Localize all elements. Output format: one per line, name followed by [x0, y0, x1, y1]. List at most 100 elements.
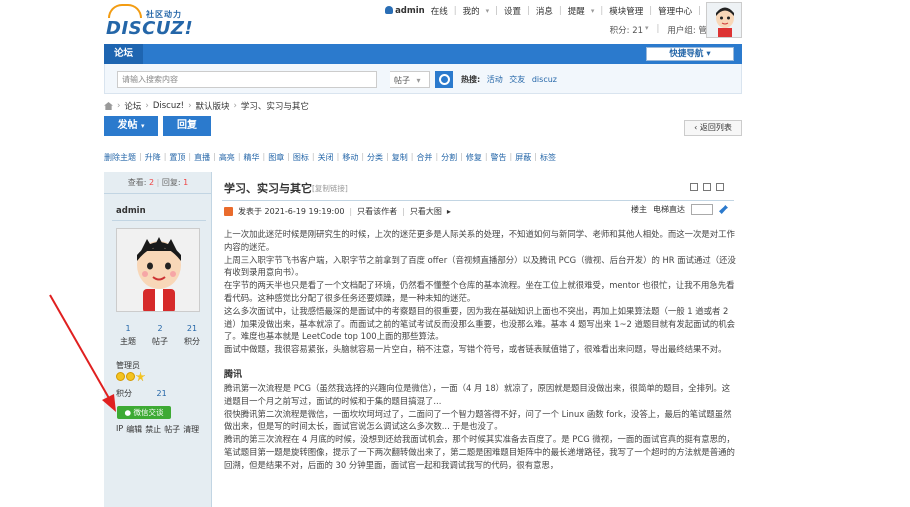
moderation-bar: 删除主题 | 升降 | 置顶 | 直播 | 高亮 | 精华 | 图章 | 图标 | 关闭 | 移动 | 分类 | 复制 | 合并… [104, 152, 556, 163]
breadcrumb-item[interactable]: 默认版块 [196, 100, 230, 112]
divider: | [656, 24, 660, 34]
count-posts[interactable]: 2 帖子 [144, 324, 176, 347]
mod-action[interactable]: 警告 [491, 152, 507, 163]
nav-forum-tab[interactable]: 论坛 [104, 44, 144, 64]
mod-action[interactable]: 分割 [441, 152, 457, 163]
points-label[interactable]: 积分: 21 [610, 24, 643, 36]
breadcrumb-item[interactable]: 论坛 [124, 100, 141, 112]
mod-action[interactable]: 复制 [392, 152, 408, 163]
nav-reminders[interactable]: 提醒 [568, 5, 585, 17]
paragraph: 在字节的两天半也只是看了一个文档配了环境，仍然看不懂整个仓库的基本流程。坐在工位… [224, 280, 735, 303]
paragraph: 上周三入职字节飞书客户端，入职字节之前拿到了百度 offer（音视频直播部分）以… [224, 254, 736, 278]
floor-label: 楼主 [631, 205, 647, 214]
admin-link-edit[interactable]: 编辑 [126, 424, 142, 435]
author-name[interactable]: admin [116, 206, 146, 216]
mod-action[interactable]: 关闭 [318, 152, 334, 163]
nav-my[interactable]: 我的 [463, 5, 480, 17]
hot-label: 热搜: [461, 75, 481, 84]
chevron-left-icon: ‹ [694, 123, 698, 132]
count-value: 21 [186, 324, 198, 333]
next-thread-icon[interactable] [716, 183, 724, 191]
wechat-chat-button[interactable]: ● 微信交谈 [117, 406, 171, 419]
jump-floor-input[interactable] [691, 204, 713, 215]
main-nav: 论坛 快捷导航 ▾ [104, 44, 742, 64]
mod-action[interactable]: 图章 [268, 152, 284, 163]
divider [112, 220, 206, 221]
hot-item[interactable]: discuz [532, 75, 557, 84]
chevron-down-icon: ▾ [590, 7, 595, 15]
top-bar: 社区动力 DISCUZ! admin 在线 | 我的 ▾ | 设置 | 消息 | … [0, 0, 910, 44]
site-logo[interactable]: 社区动力 DISCUZ! [106, 2, 196, 40]
admin-link-ip[interactable]: IP [116, 424, 123, 435]
nav-messages[interactable]: 消息 [536, 5, 553, 17]
count-label: 积分 [184, 337, 200, 346]
mod-action[interactable]: 分类 [367, 152, 383, 163]
post-meta: 发表于 2021-6-19 19:19:00 | 只看该作者 | 只看大图 ▸ [224, 206, 451, 217]
copy-link[interactable]: [复制链接] [312, 183, 348, 194]
home-icon[interactable] [104, 102, 113, 110]
breadcrumb-item[interactable]: Discuz! [153, 101, 184, 111]
mod-action[interactable]: 屏蔽 [515, 152, 531, 163]
divider: | [460, 152, 463, 161]
admin-link-ban[interactable]: 禁止 [145, 424, 161, 435]
author-avatar[interactable] [116, 228, 200, 312]
paragraph: 腾讯第一次流程是 PCG（虽然我选择的兴趣向位是微信），一面（4 月 18）就凉… [224, 382, 731, 406]
mod-action[interactable]: 高亮 [219, 152, 235, 163]
divider: | [484, 152, 488, 161]
divider: | [287, 152, 290, 161]
divider: | [237, 152, 241, 161]
search-input[interactable]: 请输入搜索内容 [117, 71, 377, 88]
breadcrumb: › 论坛 › Discuz! › 默认版块 › 学习、实习与其它 [104, 100, 309, 112]
print-icon[interactable] [690, 183, 698, 191]
online-status: 在线 [430, 7, 448, 17]
user-link[interactable]: admin [385, 6, 425, 16]
search-type-select[interactable]: 帖子 ▾ [390, 71, 430, 88]
mod-action[interactable]: 升降 [145, 152, 161, 163]
mod-action[interactable]: 精华 [244, 152, 260, 163]
nav-admin-center[interactable]: 管理中心 [658, 5, 692, 17]
breadcrumb-separator: › [117, 101, 121, 111]
divider: | [156, 178, 160, 187]
hot-item[interactable]: 活动 [487, 75, 503, 84]
nav-module-admin[interactable]: 模块管理 [609, 5, 643, 17]
mod-action[interactable]: 修复 [466, 152, 482, 163]
admin-link-clean[interactable]: 清理 [183, 424, 199, 435]
views-label: 查看: [127, 178, 147, 187]
views-count: 2 [149, 178, 155, 187]
mod-action[interactable]: 图标 [293, 152, 309, 163]
chevron-down-icon: ▾ [416, 76, 421, 85]
medals [116, 372, 145, 381]
logo-text: DISCUZ! [106, 18, 194, 39]
wrench-icon[interactable] [719, 205, 728, 214]
post-body: 学习、实习与其它 [复制链接] 发表于 2021-6-19 19:19:00 |… [212, 172, 742, 507]
big-image-link[interactable]: 只看大图 [410, 206, 442, 217]
paragraph: 面试中做题，我很容易紧张，头脑就容易一片空白，稍不注意，写错个符号，或者链表赋值… [224, 344, 727, 355]
reply-button[interactable]: 回复 [163, 116, 211, 136]
avatar[interactable] [706, 2, 742, 38]
hot-item[interactable]: 交友 [509, 75, 525, 84]
mod-action[interactable]: 删除主题 [104, 152, 136, 163]
author-counts: 1 主题 2 帖子 21 积分 [112, 324, 208, 347]
breadcrumb-item[interactable]: 学习、实习与其它 [241, 100, 309, 112]
mod-action[interactable]: 移动 [342, 152, 358, 163]
count-points[interactable]: 21 积分 [176, 324, 208, 347]
medal-icon [126, 372, 135, 381]
quick-nav-button[interactable]: 快捷导航 ▾ [646, 47, 734, 61]
quick-nav-label: 快捷导航 [669, 49, 704, 59]
only-author-link[interactable]: 只看该作者 [357, 206, 397, 217]
mod-action[interactable]: 置顶 [169, 152, 185, 163]
divider: | [558, 6, 562, 16]
mod-action[interactable]: 合并 [416, 152, 432, 163]
mod-action[interactable]: 直播 [194, 152, 210, 163]
back-to-list-button[interactable]: ‹ 返回列表 [684, 120, 742, 136]
wechat-label: 微信交谈 [133, 408, 164, 417]
nav-settings[interactable]: 设置 [504, 5, 521, 17]
star-icon [136, 372, 145, 381]
mod-action[interactable]: 标签 [540, 152, 556, 163]
divider: | [386, 152, 389, 161]
paragraph: 这么多次面试中，让我感悟最深的是面试中的考察题目的很重要，因为我在基础知识上面也… [224, 305, 736, 342]
admin-link-posts[interactable]: 帖子 [164, 424, 180, 435]
search-button[interactable] [435, 71, 453, 88]
new-post-button[interactable]: 发帖 ▾ [104, 116, 158, 136]
prev-thread-icon[interactable] [703, 183, 711, 191]
